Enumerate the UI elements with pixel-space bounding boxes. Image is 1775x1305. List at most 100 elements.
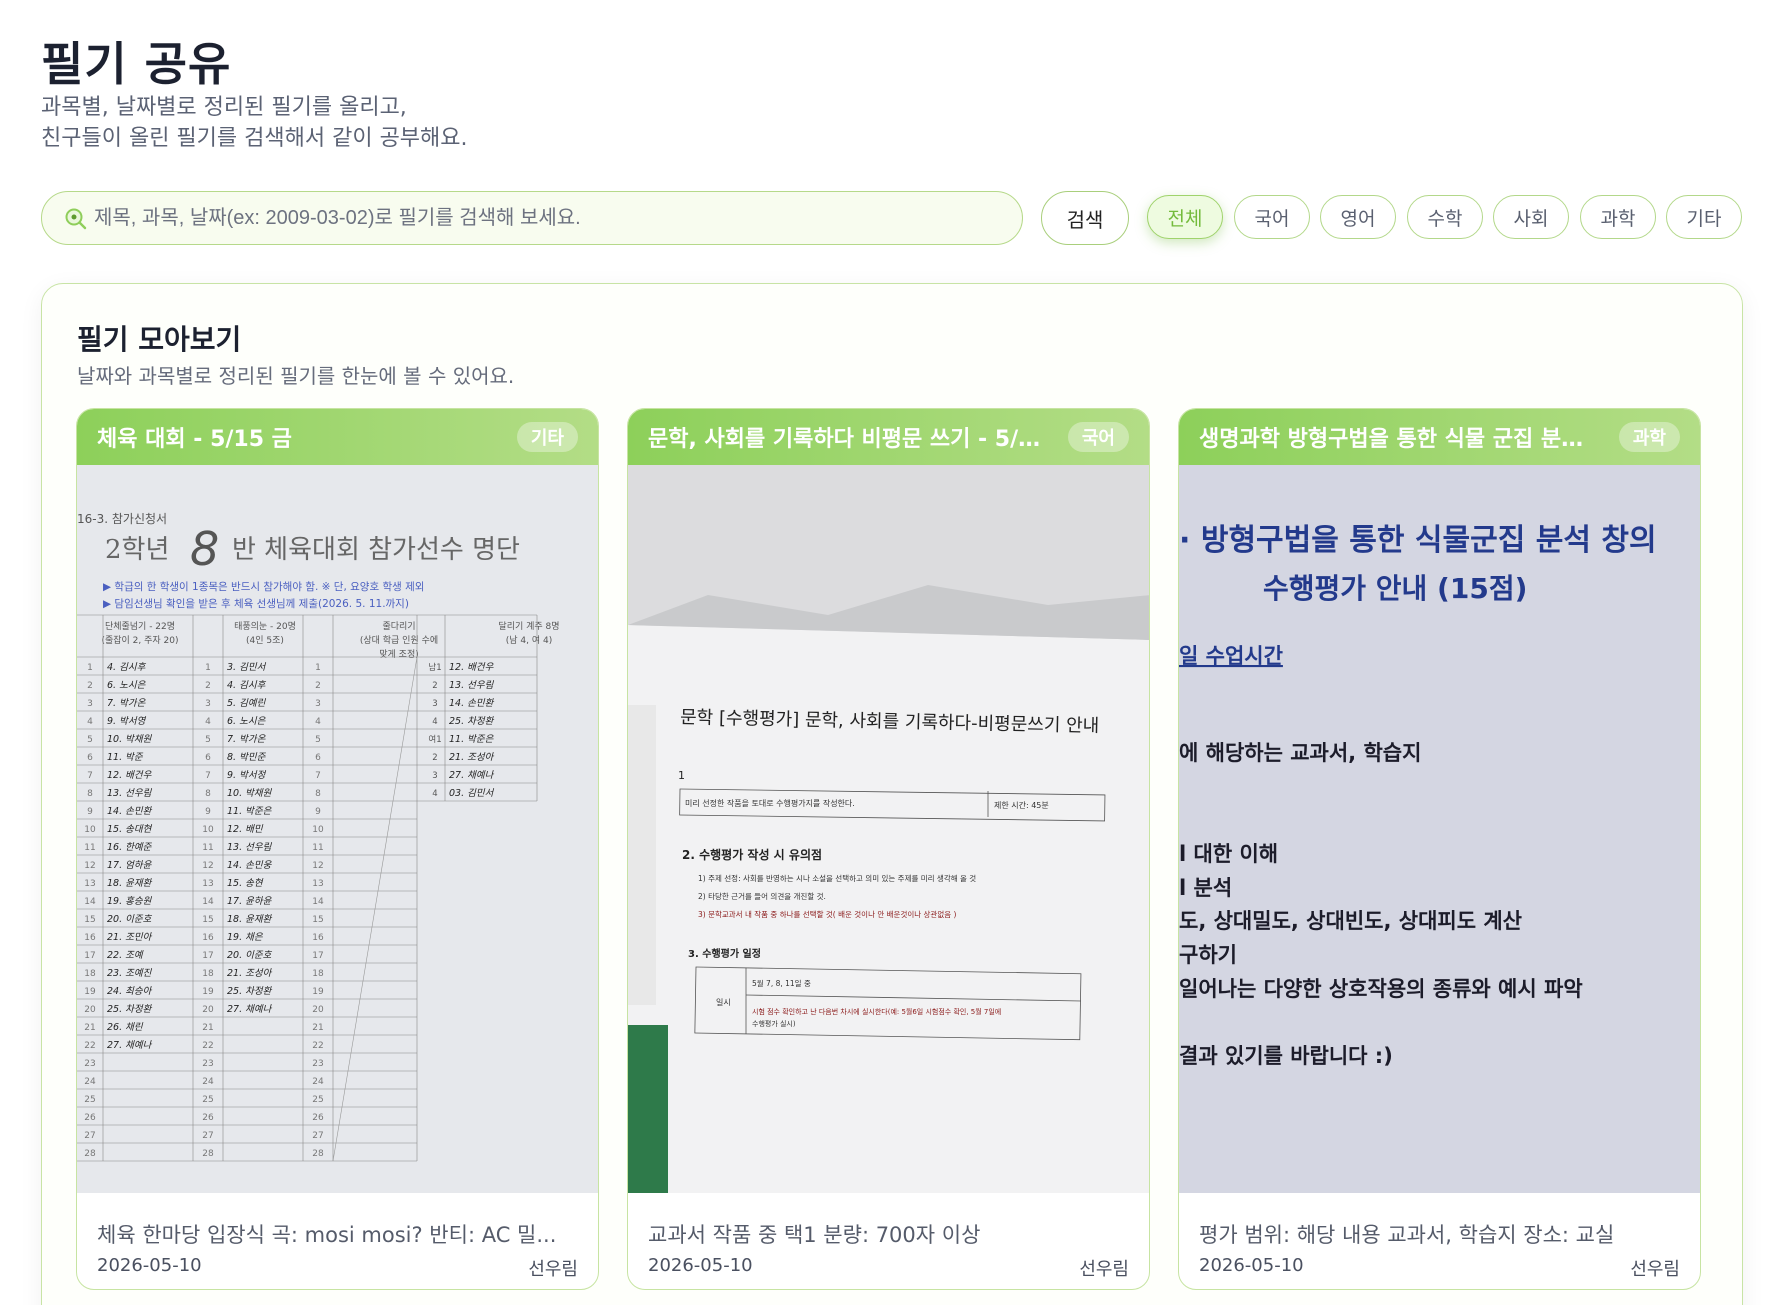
roster-typhoon-name: 4. 김시후 [227, 680, 267, 691]
roster-row-number: 13 [202, 879, 213, 889]
roster-row-number: 1 [315, 663, 321, 673]
section3-note1: 시험 점수 확인하고 난 다음번 차시에 실시한다(예: 5월6일 시험점수 확… [752, 1007, 1001, 1016]
roster-heading-class: 8 [190, 522, 219, 576]
roster-row-number: 12 [84, 861, 95, 871]
roster-relay-mark: 3 [432, 771, 437, 781]
roster-jump-rope-name: 27. 채예나 [107, 1040, 153, 1051]
panel-subtitle: 날짜와 과목별로 정리된 필기를 한눈에 볼 수 있어요. [77, 364, 515, 388]
roster-row-number: 2 [315, 681, 321, 691]
roster-jump-rope-name: 24. 최승아 [107, 986, 153, 997]
roster-header-1: 태풍의눈 - 20명 [234, 621, 296, 632]
roster-row-number: 26 [202, 1113, 214, 1123]
roster-note-2: ▶ 담임선생님 확인을 받은 후 체육 선생님께 제출(2026. 5. 11.… [103, 597, 409, 610]
roster-typhoon-name: 8. 박민준 [227, 752, 267, 763]
roster-row-number: 17 [312, 951, 323, 961]
roster-row-number: 5 [87, 735, 93, 745]
roster-row-number: 8 [315, 789, 321, 799]
roster-row-number: 24 [202, 1077, 214, 1087]
note-card[interactable]: 체육 대회 - 5/15 금 기타 16-3. 참가신청서 2학년 8 반 체육… [76, 408, 599, 1290]
roster-jump-rope-name: 20. 이준호 [107, 914, 153, 925]
section3-label: 일시 [716, 998, 731, 1007]
roster-typhoon-name: 13. 선우림 [227, 842, 273, 853]
roster-row-number: 9 [205, 807, 211, 817]
roster-typhoon-name: 25. 차정환 [227, 986, 273, 997]
roster-typhoon-name: 12. 배민 [227, 824, 264, 835]
roster-jump-rope-name: 25. 차정환 [107, 1004, 153, 1015]
roster-row-number: 25 [202, 1095, 213, 1105]
form-id: 16-3. 참가신청서 [77, 512, 167, 526]
slide-line-5: l 대한 이해 [1179, 842, 1278, 866]
subtitle-line-1: 과목별, 날짜별로 정리된 필기를 올리고, [41, 95, 407, 120]
roster-jump-rope-name: 15. 송대현 [107, 824, 153, 835]
roster-header-0: 단체줄넘기 - 22명 [105, 621, 175, 632]
slide-line-8: 구하기 [1179, 943, 1237, 967]
roster-row-number: 27 [202, 1131, 213, 1141]
roster-row-number: 1 [205, 663, 211, 673]
filter-chip-social[interactable]: 사회 [1493, 195, 1569, 239]
roster-row-number: 25 [312, 1095, 323, 1105]
filter-chip-science[interactable]: 과학 [1580, 195, 1656, 239]
roster-row-number: 23 [312, 1059, 323, 1069]
note-card[interactable]: 문학, 사회를 기록하다 비평문 쓰기 - 5/11 월 국어 문학 [수행평가… [627, 408, 1150, 1290]
roster-row-number: 15 [84, 915, 95, 925]
filter-chip-math[interactable]: 수학 [1407, 195, 1483, 239]
roster-row-number: 20 [202, 1005, 214, 1015]
roster-row-number: 27 [312, 1131, 323, 1141]
filter-chip-english[interactable]: 영어 [1320, 195, 1396, 239]
roster-row-number: 4 [205, 717, 211, 727]
filter-chip-korean[interactable]: 국어 [1234, 195, 1310, 239]
roster-row-number: 28 [312, 1149, 324, 1159]
roster-typhoon-name: 10. 박채원 [227, 788, 273, 799]
roster-row-number: 16 [312, 933, 324, 943]
roster-row-number: 8 [87, 789, 93, 799]
roster-header-2: 줄다리기 [382, 621, 415, 632]
roster-row-number: 11 [202, 843, 213, 853]
roster-row-number: 18 [312, 969, 324, 979]
roster-jump-rope-name: 18. 윤재환 [107, 878, 153, 889]
filter-chip-all[interactable]: 전체 [1147, 195, 1223, 239]
roster-row-number: 18 [202, 969, 214, 979]
roster-typhoon-name: 20. 이준호 [227, 950, 273, 961]
card-author: 선우림 [528, 1259, 578, 1280]
roster-typhoon-name: 14. 손민웅 [227, 860, 273, 871]
roster-relay-mark: 2 [432, 681, 437, 691]
roster-row-number: 16 [84, 933, 96, 943]
search-bar[interactable] [41, 191, 1023, 245]
card-author: 선우림 [1079, 1259, 1129, 1280]
roster-heading-post: 반 체육대회 참가선수 명단 [232, 535, 520, 565]
roster-row-number: 16 [202, 933, 214, 943]
roster-row-number: 20 [312, 1005, 324, 1015]
roster-row-number: 5 [315, 735, 321, 745]
filter-chip-etc[interactable]: 기타 [1666, 195, 1742, 239]
notes-panel: 필기 모아보기 날짜와 과목별로 정리된 필기를 한눈에 볼 수 있어요. 체육… [41, 283, 1743, 1305]
roster-jump-rope-name: 12. 배건우 [107, 770, 153, 781]
note-photo: 문학 [수행평가] 문학, 사회를 기록하다-비평문쓰기 안내 1 미리 선정한… [628, 465, 1149, 1193]
section1-time: 제한 시간: 45분 [994, 800, 1049, 810]
roster-note-1: ▶ 학급의 한 학생이 1종목은 반드시 참가해야 함. ※ 단, 요양호 학생… [103, 580, 424, 593]
search-input[interactable] [94, 206, 994, 230]
roster-row-number: 27 [84, 1131, 95, 1141]
roster-row-number: 11 [84, 843, 95, 853]
roster-row-number: 14 [312, 897, 324, 907]
note-card[interactable]: 생명과학 방형구법을 통한 식물 군집 분석 - 5/14 목 과학 · 방형구… [1178, 408, 1701, 1290]
section3-title: 3. 수행평가 일정 [688, 947, 761, 960]
section1-text: 미리 선정한 작품을 토대로 수행평가지를 작성한다. [685, 798, 855, 808]
roster-row-number: 2 [205, 681, 211, 691]
roster-row-number: 7 [87, 771, 93, 781]
roster-jump-rope-name: 9. 박서영 [107, 716, 147, 727]
roster-row-number: 28 [202, 1149, 214, 1159]
slide-line-10: 결과 있기를 바랍니다 :) [1179, 1044, 1393, 1068]
roster-jump-rope-name: 13. 선우림 [107, 788, 153, 799]
roster-jump-rope-name: 17. 엄하윤 [107, 860, 153, 871]
roster-typhoon-name: 27. 채예나 [227, 1004, 273, 1015]
roster-row-number: 24 [84, 1077, 96, 1087]
roster-row-number: 6 [315, 753, 321, 763]
roster-row-number: 5 [205, 735, 211, 745]
roster-row-number: 18 [84, 969, 96, 979]
roster-row-number: 11 [312, 843, 323, 853]
search-button[interactable]: 검색 [1041, 191, 1129, 245]
roster-relay-name: 11. 박준은 [449, 734, 495, 745]
roster-jump-rope-name: 11. 박준 [107, 752, 144, 763]
roster-header-3: (남 4, 여 4) [506, 634, 552, 646]
card-author: 선우림 [1630, 1259, 1680, 1280]
